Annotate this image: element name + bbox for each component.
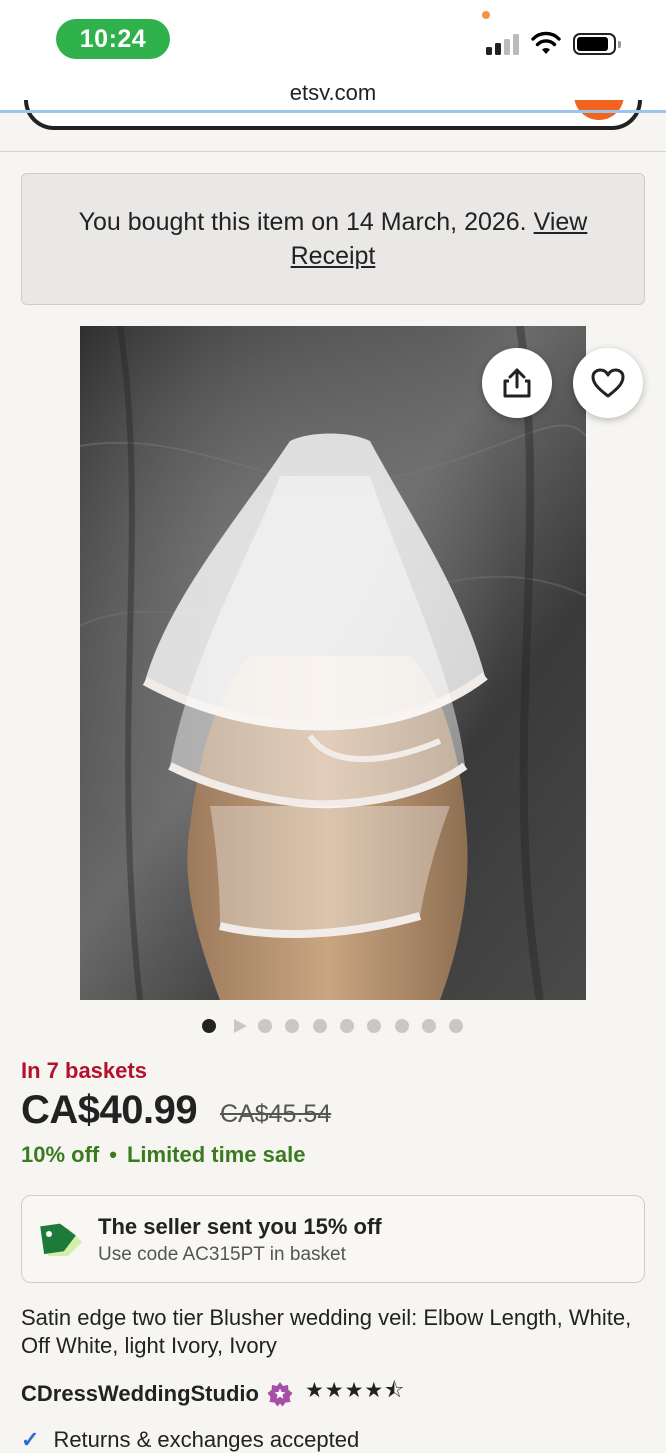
star-rating[interactable]: ★★★★⯪ — [305, 1376, 405, 1411]
carousel-dot-4[interactable] — [285, 1019, 299, 1033]
shop-name-link[interactable]: CDressWeddingStudio — [21, 1381, 259, 1407]
product-image[interactable] — [80, 326, 586, 1000]
carousel-dot-10[interactable] — [449, 1019, 463, 1033]
listing-title: Satin edge two tier Blusher wedding veil… — [21, 1305, 632, 1358]
carousel-dot-6[interactable] — [340, 1019, 354, 1033]
search-bar[interactable] — [24, 100, 642, 130]
returns-text: Returns & exchanges accepted — [53, 1427, 360, 1452]
status-bar: 10:24 — [0, 0, 666, 76]
page-load-progress — [0, 110, 666, 113]
checkmark-icon: ✓ — [21, 1427, 40, 1452]
privacy-indicator-dot — [482, 11, 490, 19]
battery-icon — [573, 33, 621, 55]
divider — [0, 151, 666, 152]
bullet-separator: • — [109, 1142, 117, 1167]
share-icon — [503, 368, 531, 398]
coupon-banner: The seller sent you 15% off Use code AC3… — [21, 1195, 645, 1283]
current-price: CA$40.99 — [21, 1088, 198, 1132]
sale-info: 10% off • Limited time sale — [21, 1142, 305, 1168]
heart-icon — [591, 368, 625, 398]
video-play-icon[interactable] — [232, 1018, 248, 1034]
veil-photo — [80, 326, 586, 1000]
baskets-count: In 7 baskets — [21, 1058, 147, 1083]
image-carousel-dots[interactable] — [0, 1016, 666, 1036]
purchase-notice-text: You bought this item on 14 March, 2026. — [78, 208, 527, 236]
sale-label: Limited time sale — [126, 1142, 306, 1167]
carousel-dot-8[interactable] — [395, 1019, 409, 1033]
favorite-button[interactable] — [573, 348, 643, 418]
carousel-dot-5[interactable] — [313, 1019, 327, 1033]
coupon-title: The seller sent you 15% off — [98, 1214, 382, 1239]
wifi-icon — [531, 31, 561, 54]
cellular-signal-icon — [486, 33, 522, 55]
carousel-dot-3[interactable] — [258, 1019, 272, 1033]
share-button[interactable] — [482, 348, 552, 418]
original-price: CA$45.54 — [220, 1100, 332, 1128]
shop-info: CDressWeddingStudio ★★★★⯪ — [21, 1376, 405, 1411]
carousel-dot-1[interactable] — [202, 1019, 216, 1033]
purchase-notice: You bought this item on 14 March, 2026. … — [21, 173, 645, 305]
carousel-dot-9[interactable] — [422, 1019, 436, 1033]
clock-time: 10:24 — [56, 19, 170, 59]
discount-percent: 10% off — [21, 1142, 100, 1167]
price-tag-icon — [40, 1223, 82, 1256]
star-seller-badge-icon — [267, 1381, 293, 1406]
coupon-code-text: Use code AC315PT in basket — [98, 1244, 346, 1265]
returns-policy: ✓ Returns & exchanges accepted — [21, 1427, 359, 1453]
carousel-dot-7[interactable] — [367, 1019, 381, 1033]
